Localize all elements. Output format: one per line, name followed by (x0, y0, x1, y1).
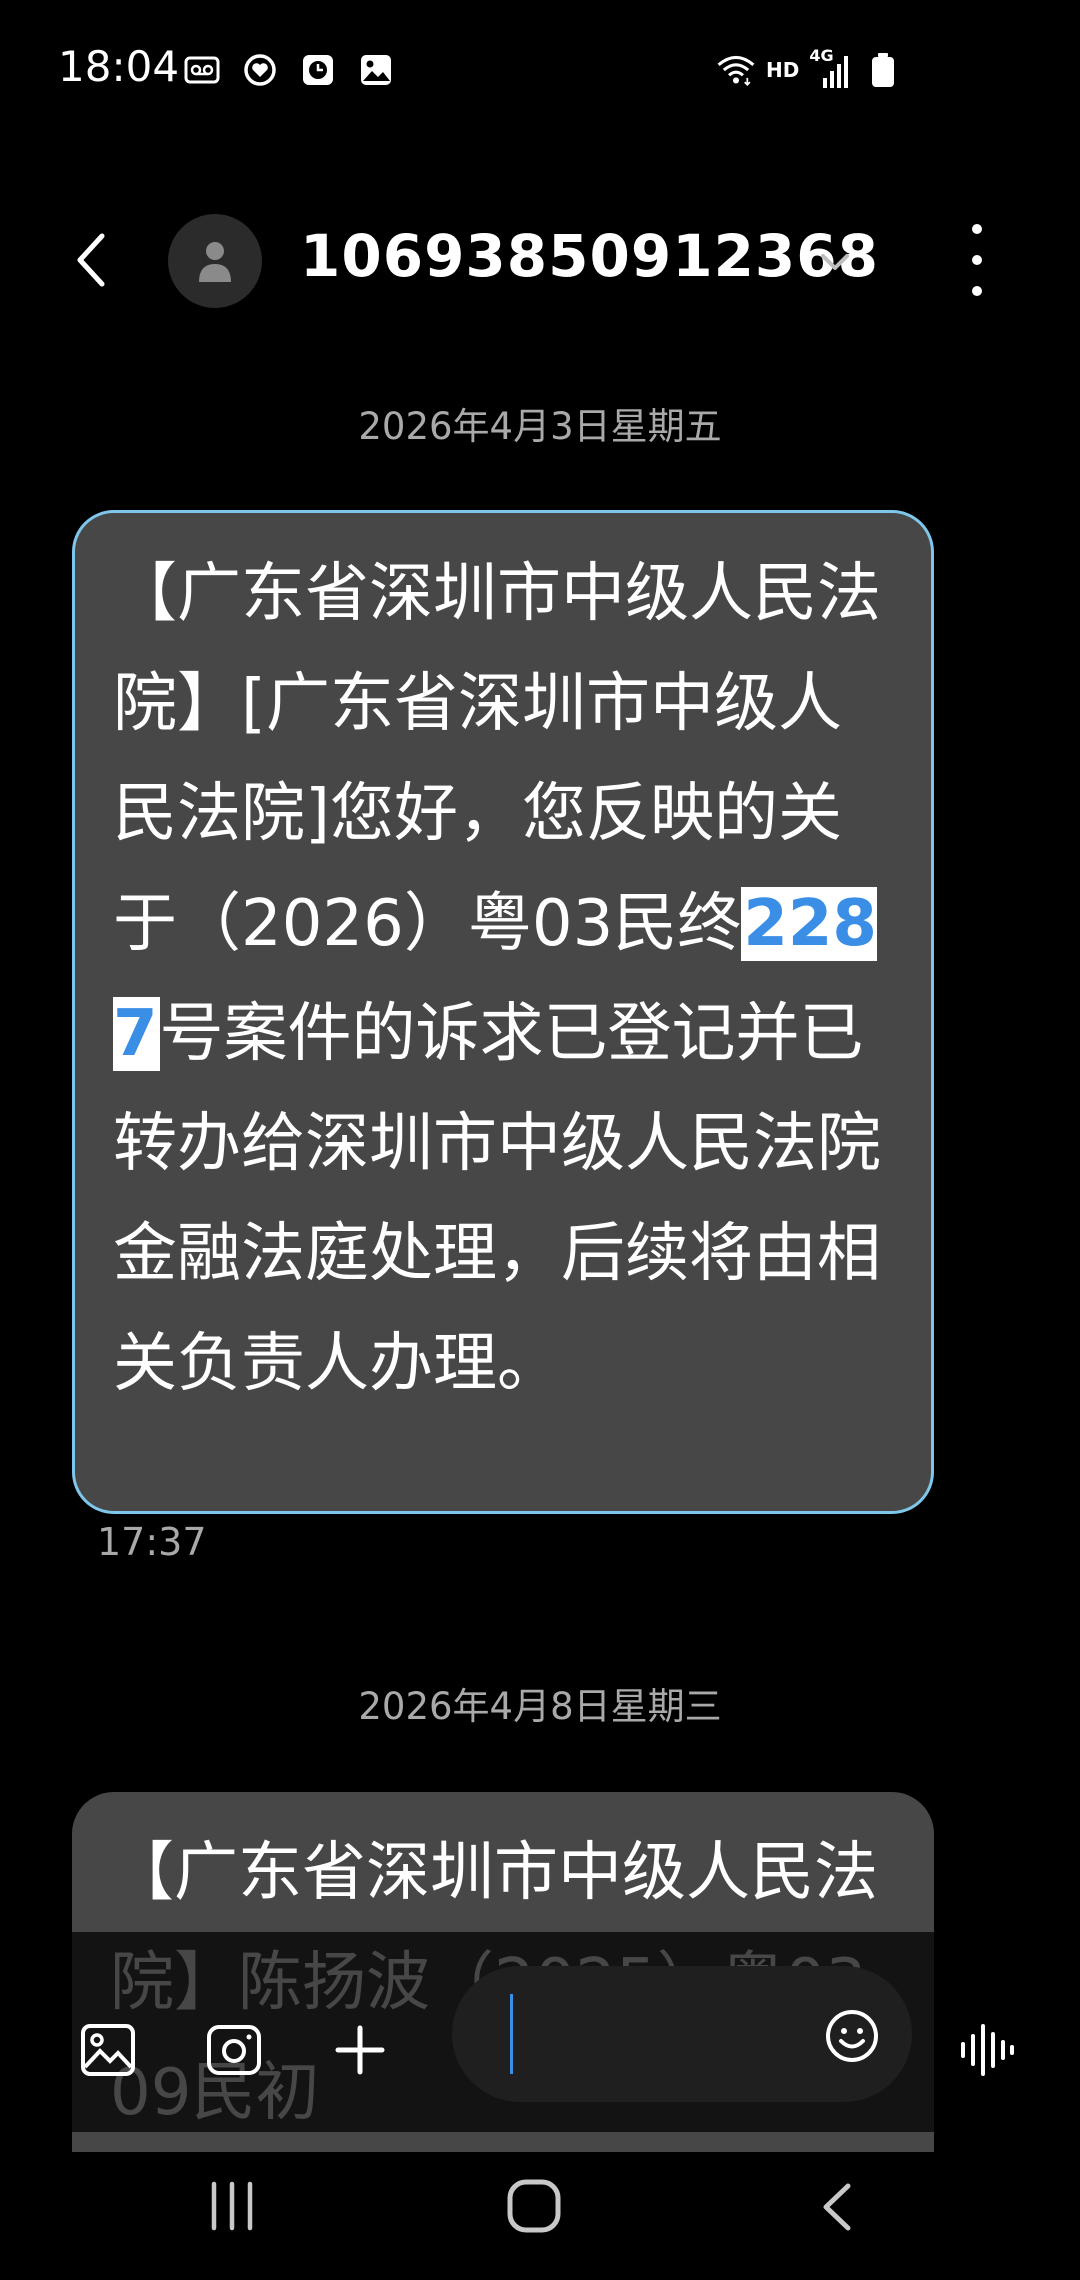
gallery-icon (356, 50, 396, 90)
battery-icon (863, 50, 903, 90)
voice-input-button[interactable] (958, 2022, 1016, 2078)
status-notification-icons (182, 50, 396, 90)
camera-button[interactable] (204, 2020, 264, 2080)
more-dot (972, 286, 982, 296)
heart-shield-icon (240, 50, 280, 90)
message-bubble[interactable]: 【广东省深圳市中级人民法院】[广东省深圳市中级人民法院]您好，您反映的关于（20… (72, 510, 934, 1514)
recent-apps-icon (211, 2181, 253, 2231)
person-icon (199, 242, 231, 282)
clock-app-icon (298, 50, 338, 90)
message-text-continued: 号案件的诉求已登记并已转办给深圳市中级人民法院金融法庭处理，后续将由相关负责人办… (113, 997, 881, 1401)
more-dot (972, 224, 982, 234)
more-attachments-button[interactable] (330, 2020, 390, 2080)
conversation-header: 10693850912368 (0, 200, 1080, 320)
date-separator: 2026年4月3日星期五 (358, 405, 722, 448)
date-separator: 2026年4月8日星期三 (358, 1685, 722, 1728)
back-button[interactable] (62, 228, 122, 292)
message-time: 17:37 (97, 1520, 207, 1564)
plus-icon (335, 2025, 385, 2075)
camera-icon (207, 2025, 261, 2075)
status-system-icons: HD 4G (716, 46, 903, 90)
home-icon (507, 2179, 561, 2233)
back-icon (823, 2183, 851, 2231)
attach-image-button[interactable] (78, 2020, 138, 2080)
signal-icon: 4G (809, 46, 853, 90)
hd-icon: HD (766, 58, 800, 82)
back-arrow-icon (77, 233, 105, 287)
wifi-icon (716, 50, 756, 90)
emoji-button[interactable] (824, 2008, 880, 2064)
more-options-button[interactable] (960, 224, 994, 296)
message-composer (0, 1960, 1080, 2140)
voice-icon (961, 2024, 1014, 2076)
image-icon (81, 2024, 135, 2076)
voicemail-icon (182, 50, 222, 90)
avatar[interactable] (168, 214, 262, 308)
navigation-bar (0, 2150, 1080, 2280)
text-cursor (510, 1994, 513, 2074)
more-dot (972, 255, 982, 265)
home-button[interactable] (506, 2178, 562, 2234)
nav-back-button[interactable] (818, 2180, 854, 2234)
status-bar: 18:04 HD 4G (0, 0, 1080, 140)
chevron-down-icon[interactable] (815, 242, 855, 282)
message-input[interactable] (452, 1966, 912, 2102)
contact-name[interactable]: 10693850912368 (300, 222, 879, 290)
recent-apps-button[interactable] (208, 2180, 256, 2232)
emoji-icon (826, 2010, 878, 2062)
status-time: 18:04 (58, 42, 180, 91)
